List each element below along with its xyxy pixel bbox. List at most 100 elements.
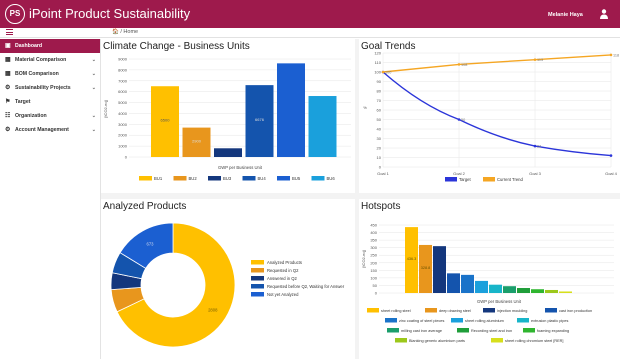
point-label: 108	[461, 63, 467, 67]
legend-label: Current Trend	[497, 177, 524, 182]
bar[interactable]	[461, 274, 474, 293]
legend-swatch	[445, 177, 457, 182]
legend-label: milling cast iron average	[401, 329, 442, 333]
projects-icon: ⚙	[5, 85, 11, 91]
app-title[interactable]: iPoint Product Sustainability	[29, 6, 190, 21]
y-tick-label: 0	[375, 291, 378, 296]
bom-icon: ▦	[5, 71, 11, 77]
data-point[interactable]	[609, 53, 613, 57]
legend-label: Recording steel and iron	[471, 329, 512, 333]
y-tick-label: 70	[377, 98, 382, 103]
legend-swatch	[251, 292, 264, 297]
legend-label: BU1	[154, 176, 163, 181]
sidebar-item-account-management[interactable]: ⚙ Account Management ⌄	[0, 123, 100, 137]
legend-label: Analyzed Products	[267, 260, 302, 265]
y-tick-label: 4000	[118, 111, 128, 116]
y-tick-label: 50	[377, 117, 382, 122]
data-point[interactable]	[533, 58, 537, 61]
legend-label: Blanking generic aluminium parts	[409, 339, 465, 343]
sidebar-item-dashboard[interactable]: ▣ Dashboard	[0, 39, 100, 53]
y-tick-label: 400	[370, 230, 377, 235]
legend-swatch	[251, 260, 264, 265]
analyzed-products-chart: 2808 673 Analyzed Products Requested in Q2 A…	[110, 222, 345, 348]
material-icon: ▦	[5, 57, 11, 63]
y-tick-label: 0	[125, 155, 128, 160]
y-tick-label: 300	[370, 245, 377, 250]
series-line[interactable]	[382, 54, 612, 73]
data-point[interactable]	[457, 63, 461, 66]
legend-label: zinc coating of steel pieces	[399, 319, 444, 323]
chevron-down-icon[interactable]: ⌄	[92, 109, 96, 123]
legend-label: BU2	[189, 176, 198, 181]
sidebar-item-target[interactable]: ⚑ Target	[0, 95, 100, 109]
legend-label: Requested before Q2, Waiting for Answer	[267, 284, 345, 289]
bar[interactable]	[475, 280, 488, 293]
bar-value-label: 328.8	[421, 266, 431, 270]
legend-label: BU6	[327, 176, 336, 181]
y-tick-label: 90	[377, 79, 382, 84]
bar[interactable]	[447, 273, 460, 293]
bar[interactable]	[559, 291, 572, 293]
bar[interactable]	[489, 284, 502, 293]
user-icon[interactable]	[600, 9, 608, 19]
data-point[interactable]	[609, 154, 613, 157]
menu-toggle-icon[interactable]	[6, 29, 13, 37]
y-tick-label: 3000	[118, 122, 128, 127]
bar[interactable]	[433, 246, 446, 293]
legend-label: injection moulding	[497, 309, 527, 313]
y-tick-label: 450	[370, 223, 377, 228]
sidebar-item-label: Target	[15, 99, 31, 105]
bar[interactable]	[214, 148, 242, 157]
user-name[interactable]: Melanie Haya	[548, 12, 583, 18]
data-point[interactable]	[381, 70, 385, 74]
x-tick-label: Goal 1	[377, 171, 390, 176]
y-axis-label: [tCO2-eq]	[361, 250, 366, 267]
x-tick-label: Goal 2	[453, 171, 466, 176]
chevron-down-icon[interactable]: ⌄	[92, 67, 96, 81]
legend-swatch	[251, 268, 264, 273]
y-tick-label: 80	[377, 89, 382, 94]
legend-swatch	[483, 177, 495, 182]
chevron-down-icon[interactable]: ⌄	[92, 81, 96, 95]
sidebar-item-bom-comparison[interactable]: ▦ BOM Comparison ⌄	[0, 67, 100, 81]
point-label: 113	[537, 58, 543, 62]
sidebar-item-organization[interactable]: ☷ Organization ⌄	[0, 109, 100, 123]
series-line[interactable]	[382, 71, 612, 157]
bar[interactable]	[545, 289, 558, 293]
legend-label: Requested in Q2	[267, 268, 299, 273]
sidebar-item-sustainability-projects[interactable]: ⚙ Sustainability Projects ⌄	[0, 81, 100, 95]
y-tick-label: 1000	[118, 144, 128, 149]
bar[interactable]	[277, 63, 305, 157]
slice-label: 2808	[208, 308, 218, 313]
y-tick-label: 20	[377, 146, 382, 151]
legend-label: BU4	[258, 176, 267, 181]
breadcrumb[interactable]: 🏠 / Home	[112, 29, 138, 35]
data-point[interactable]	[533, 144, 537, 148]
app-logo[interactable]: PS	[5, 4, 25, 24]
bar[interactable]	[503, 286, 516, 293]
bar[interactable]	[517, 288, 530, 293]
flag-icon: ⚑	[5, 99, 11, 105]
y-tick-label: 0	[379, 165, 382, 170]
slice-label: 673	[147, 242, 155, 247]
top-bar: PS iPoint Product Sustainability Melanie…	[0, 0, 620, 28]
bar[interactable]	[531, 289, 544, 293]
sidebar-item-material-comparison[interactable]: ▦ Material Comparison ⌄	[0, 53, 100, 67]
climate-change-chart: 0 1000 2000 3000 4000 5000 6000 7000 8000 9000 [tC…	[103, 57, 351, 181]
legend-label: sheet rolling steel	[381, 309, 411, 313]
data-point[interactable]	[457, 118, 461, 121]
chevron-down-icon[interactable]: ⌄	[92, 123, 96, 137]
chevron-down-icon[interactable]: ⌄	[92, 53, 96, 67]
y-tick-label: 30	[377, 136, 382, 141]
legend-label: Answered in Q2	[267, 276, 297, 281]
bar[interactable]	[308, 96, 337, 157]
y-tick-label: 250	[370, 253, 377, 258]
climate-change-panel: Climate Change - Business Units 0 1000 200…	[101, 39, 355, 193]
point-label: 100	[385, 71, 391, 75]
y-tick-label: 6000	[118, 89, 128, 94]
hotspots-chart: 0 50 100 150 200 250 300 350 400 450 [tCO2-eq] 436.…	[361, 223, 614, 343]
legend-label: cast iron production	[559, 309, 592, 313]
x-axis-label: GWP per Business Unit	[218, 165, 263, 170]
y-tick-label: 9000	[118, 57, 128, 62]
legend-swatch	[517, 318, 529, 323]
